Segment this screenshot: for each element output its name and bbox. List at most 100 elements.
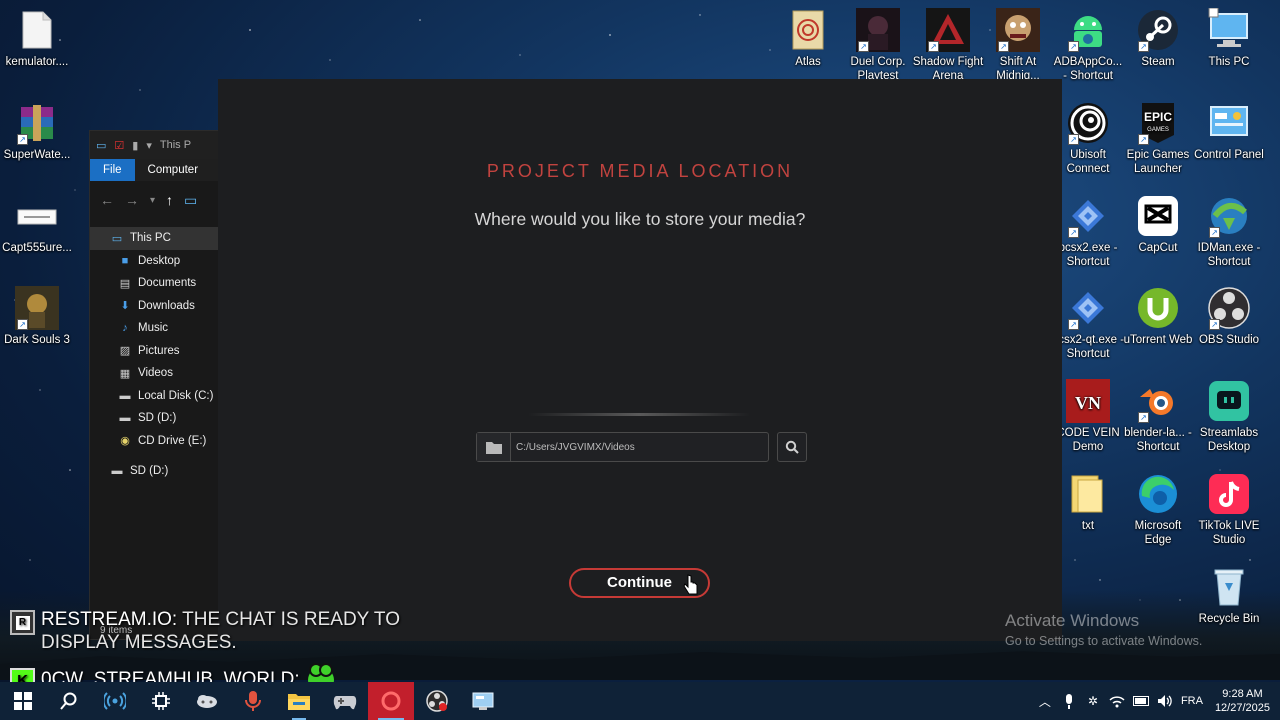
- tree-item-documents[interactable]: ▤ Documents: [90, 272, 218, 295]
- new-folder-icon[interactable]: ▮: [132, 139, 138, 152]
- microphone-tray-icon[interactable]: [1061, 693, 1077, 709]
- desktop-icon-steam[interactable]: ↗ Steam: [1121, 8, 1195, 69]
- desktop-icon-pcsx2-qt[interactable]: ↗ pcsx2-qt.exe - Shortcut: [1051, 286, 1125, 361]
- desktop-icon-txt-folder[interactable]: txt: [1051, 472, 1125, 533]
- desktop-icon-capcut[interactable]: CapCut: [1121, 194, 1195, 255]
- taskbar-app-file-explorer[interactable]: [276, 682, 322, 720]
- desktop-icon-label: Recycle Bin: [1198, 613, 1260, 625]
- desktop-icon-label: CODE VEIN Demo: [1056, 427, 1120, 453]
- desktop-icon-pcsx2[interactable]: ↗ pcsx2.exe - Shortcut: [1051, 194, 1125, 269]
- start-button[interactable]: [0, 682, 46, 720]
- properties-icon[interactable]: ☑: [114, 139, 124, 152]
- desktop-icon-idman[interactable]: ↗ IDMan.exe - Shortcut: [1192, 194, 1266, 269]
- drive-icon: ▬: [111, 465, 123, 478]
- explorer-titlebar[interactable]: ▭ ☑ ▮ ▾ This P: [90, 131, 218, 159]
- browse-folder-button[interactable]: [477, 433, 511, 461]
- language-indicator[interactable]: FRA: [1181, 695, 1203, 707]
- tree-item-cd-drive-e[interactable]: ◉ CD Drive (E:): [90, 430, 218, 453]
- desktop-icon-epic-games[interactable]: EPIC GAMES ↗ Epic Games Launcher: [1121, 101, 1195, 176]
- desktop-icon-this-pc[interactable]: This PC: [1192, 8, 1266, 69]
- desktop-icon-shadow-fight-arena[interactable]: ↗ Shadow Fight Arena: [911, 8, 985, 83]
- desktop-icon-label: kemulator....: [5, 56, 69, 68]
- taskbar-app-microphone[interactable]: [230, 682, 276, 720]
- desktop-icon-duel-corp[interactable]: ↗ Duel Corp. Playtest: [841, 8, 915, 83]
- tree-item-local-disk-c[interactable]: ▬ Local Disk (C:): [90, 385, 218, 408]
- cd-drive-icon: ◉: [120, 435, 130, 448]
- desktop-icon-code-vein-demo[interactable]: VN CODE VEIN Demo: [1051, 379, 1125, 454]
- drive-icon: ▬: [119, 412, 131, 425]
- brightness-gear-icon[interactable]: ✲: [1085, 693, 1101, 709]
- folder-icon: [288, 694, 310, 710]
- desktop-icon-capture[interactable]: Capt555ure...: [0, 194, 74, 255]
- taskbar-app-gamepad[interactable]: [322, 682, 368, 720]
- tree-item-this-pc[interactable]: ▭ This PC: [90, 227, 218, 250]
- taskbar-app-obs[interactable]: [414, 682, 460, 720]
- battery-icon[interactable]: [1132, 693, 1149, 709]
- desktop-icon-label: Atlas: [795, 56, 821, 68]
- path-field-container: [476, 432, 769, 462]
- taskbar-app-settings-tool[interactable]: [138, 682, 184, 720]
- pictures-icon: ▨: [119, 345, 131, 358]
- path-selector: [476, 432, 807, 462]
- file-icon: [15, 8, 59, 52]
- tree-item-sd-d[interactable]: ▬ SD (D:): [90, 407, 218, 430]
- desktop-icon-atlas[interactable]: Atlas: [771, 8, 845, 69]
- forward-arrow-icon[interactable]: →: [125, 192, 139, 208]
- tree-item-downloads[interactable]: ⬇ Downloads: [90, 295, 218, 318]
- desktop-icon-label: CapCut: [1138, 242, 1178, 254]
- tree-item-music[interactable]: ♪ Music: [90, 317, 218, 340]
- desktop-icon-kemulator[interactable]: kemulator....: [0, 8, 74, 69]
- desktop-icon-control-panel[interactable]: Control Panel: [1192, 101, 1266, 162]
- desktop-icon-recycle-bin[interactable]: Recycle Bin: [1192, 565, 1266, 626]
- clock-date: 12/27/2025: [1214, 702, 1270, 714]
- dark-souls-icon: ↗: [15, 286, 59, 330]
- volume-icon[interactable]: [1157, 693, 1173, 709]
- taskbar-search-button[interactable]: [46, 682, 92, 720]
- wifi-icon[interactable]: [1109, 693, 1125, 709]
- tree-item-sd-d-root[interactable]: ▬ SD (D:): [90, 460, 218, 483]
- steam-icon: ↗: [1136, 8, 1180, 52]
- chevron-down-icon[interactable]: ▾: [146, 139, 152, 152]
- restream-badge-icon: R: [10, 610, 35, 635]
- address-computer-icon[interactable]: ▭: [184, 192, 197, 209]
- desktop-icon-shift-at-midnight[interactable]: ↗ Shift At Midnig...: [981, 8, 1055, 83]
- taskbar-app-broadcast[interactable]: [92, 682, 138, 720]
- search-button[interactable]: [777, 432, 807, 462]
- desktop-icon-streamlabs[interactable]: Streamlabs Desktop: [1192, 379, 1266, 454]
- tab-computer[interactable]: Computer: [135, 159, 212, 181]
- desktop-icon-label: Capt555ure...: [2, 242, 72, 254]
- taskbar-app-cloud[interactable]: [184, 682, 230, 720]
- up-arrow-icon[interactable]: ↑: [166, 192, 173, 208]
- tree-item-pictures[interactable]: ▨ Pictures: [90, 340, 218, 363]
- desktop-icon-label: Epic Games Launcher: [1126, 149, 1190, 175]
- desktop-icon-superwater[interactable]: ↗ SuperWate...: [0, 101, 74, 162]
- recent-chevron-icon[interactable]: ▾: [150, 195, 155, 206]
- media-path-input[interactable]: [511, 433, 768, 461]
- dialog-divider: [528, 413, 750, 416]
- obs-record-icon: [426, 690, 448, 712]
- taskbar-clock[interactable]: 9:28 AM 12/27/2025: [1215, 687, 1270, 715]
- desktop-icon-adbappcontrol[interactable]: ↗ ADBAppCo... - Shortcut: [1051, 8, 1125, 83]
- desktop-icon-dark-souls-3[interactable]: ↗ Dark Souls 3: [0, 286, 74, 347]
- file-explorer-window[interactable]: ▭ ☑ ▮ ▾ This P File Computer ← → ▾ ↑ ▭ ▭…: [89, 130, 219, 640]
- taskbar-app-control-panel[interactable]: [460, 682, 506, 720]
- control-panel-icon: [472, 692, 494, 710]
- back-arrow-icon[interactable]: ←: [100, 192, 114, 208]
- desktop-icon-tiktok-live-studio[interactable]: TikTok LIVE Studio: [1192, 472, 1266, 547]
- desktop-icon-ubisoft-connect[interactable]: ↗ Ubisoft Connect: [1051, 101, 1125, 176]
- tree-item-videos[interactable]: ▦ Videos: [90, 362, 218, 385]
- desktop-icon-microsoft-edge[interactable]: Microsoft Edge: [1121, 472, 1195, 547]
- dialog-heading: PROJECT MEDIA LOCATION: [486, 161, 794, 181]
- taskbar-app-media-editor[interactable]: [368, 682, 414, 720]
- desktop-icon-blender[interactable]: ↗ blender-la... - Shortcut: [1121, 379, 1195, 454]
- chevron-up-icon[interactable]: ︿: [1037, 693, 1053, 709]
- tree-item-desktop[interactable]: ■ Desktop: [90, 250, 218, 273]
- epic-games-icon: EPIC GAMES ↗: [1136, 101, 1180, 145]
- desktop-icon-label: uTorrent Web: [1123, 334, 1193, 346]
- desktop-icon-label: Dark Souls 3: [4, 334, 70, 346]
- desktop-icon-utorrent-web[interactable]: uTorrent Web: [1121, 286, 1195, 347]
- tab-file[interactable]: File: [90, 159, 135, 181]
- desktop-icon-obs-studio[interactable]: ↗ OBS Studio: [1192, 286, 1266, 347]
- cloud-controller-icon: [197, 695, 217, 708]
- chip-icon: [152, 692, 170, 710]
